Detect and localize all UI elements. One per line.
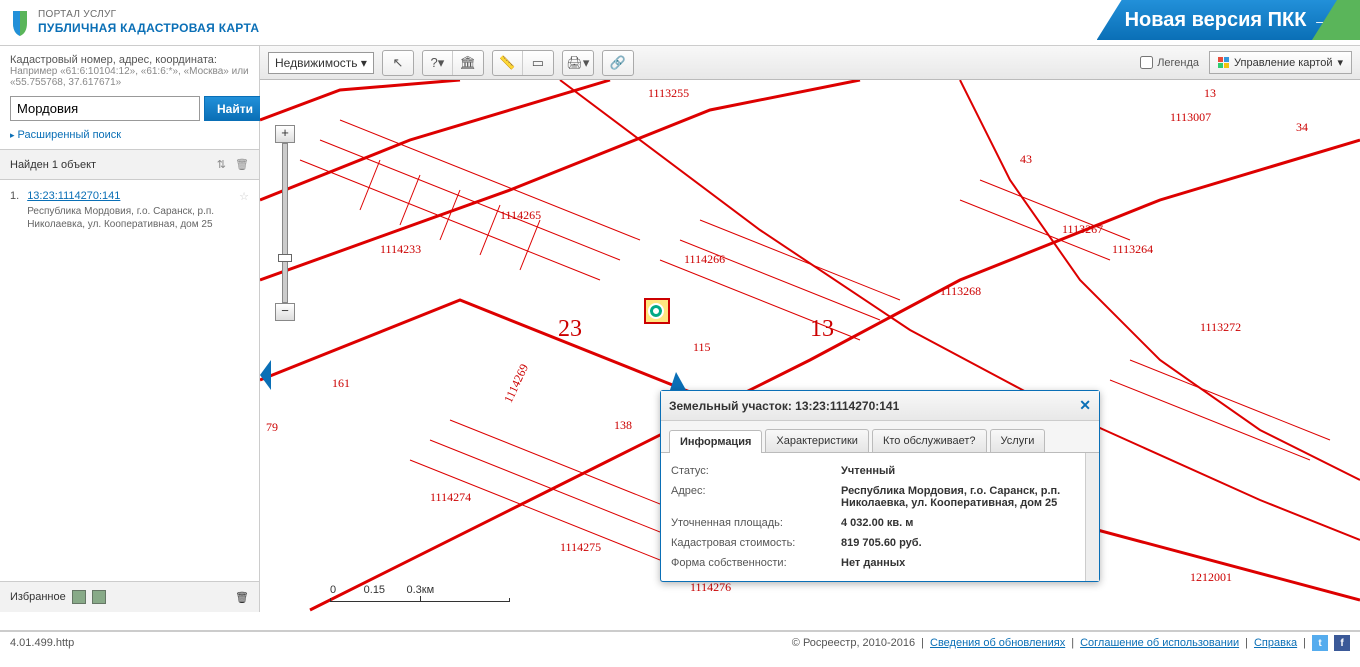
- portal-title: ПОРТАЛ УСЛУГ: [38, 9, 259, 21]
- rosreestr-logo-icon: [10, 9, 30, 37]
- favorites-bar: Избранное 🗑: [0, 581, 259, 612]
- search-hint: Кадастровый номер, адрес, координата: На…: [0, 46, 259, 92]
- identify-tool-icon[interactable]: ?▾: [423, 51, 453, 75]
- header-titles: ПОРТАЛ УСЛУГ ПУБЛИЧНАЯ КАДАСТРОВАЯ КАРТА: [38, 9, 259, 35]
- popup-tab[interactable]: Услуги: [990, 429, 1046, 452]
- clear-results-icon[interactable]: 🗑: [235, 159, 249, 171]
- sidebar: Кадастровый номер, адрес, координата: На…: [0, 46, 260, 612]
- result-address: Республика Мордовия, г.о. Саранск, р.п. …: [27, 205, 231, 231]
- export-xls-icon[interactable]: [72, 590, 86, 604]
- parcel-popup: Земельный участок: 13:23:1114270:141 ✕ И…: [660, 390, 1100, 582]
- parcel-marker-icon[interactable]: [650, 305, 662, 317]
- map-area[interactable]: Недвижимость ▾ ↖ ?▾ 🏛 📏 ▭ 🖨▾ 🔗 Легенда У…: [260, 46, 1360, 612]
- search-input[interactable]: [10, 96, 200, 121]
- zoom-control: + −: [274, 125, 296, 321]
- measure-line-icon[interactable]: 📏: [493, 51, 523, 75]
- layers-grid-icon: [1218, 57, 1229, 68]
- favorite-star-icon[interactable]: ☆: [239, 190, 249, 231]
- scrollbar[interactable]: [1085, 453, 1099, 581]
- link-icon[interactable]: 🔗: [603, 51, 633, 75]
- print-icon[interactable]: 🖨▾: [563, 51, 593, 75]
- info-row: Адрес:Республика Мордовия, г.о. Саранск,…: [671, 481, 1081, 513]
- search-result-item[interactable]: 1. 13:23:1114270:141 Республика Мордовия…: [0, 180, 259, 241]
- pointer-tool-icon[interactable]: ↖: [383, 51, 413, 75]
- zoom-out-button[interactable]: −: [275, 303, 295, 321]
- popup-tab[interactable]: Характеристики: [765, 429, 869, 452]
- sort-icon[interactable]: ⇅: [217, 159, 226, 171]
- popup-tab[interactable]: Информация: [669, 430, 762, 453]
- legend-checkbox[interactable]: Легенда: [1140, 56, 1199, 69]
- popup-tail: [670, 372, 686, 390]
- info-row: Статус:Учтенный: [671, 461, 1081, 481]
- popup-tab[interactable]: Кто обслуживает?: [872, 429, 987, 452]
- scale-bar: 0 0.15 0.3км: [330, 584, 510, 602]
- footer-link[interactable]: Соглашение об использовании: [1080, 637, 1239, 649]
- object-type-select[interactable]: Недвижимость ▾: [268, 52, 374, 74]
- info-row: Кадастровая стоимость:819 705.60 руб.: [671, 533, 1081, 553]
- measure-area-icon[interactable]: ▭: [523, 51, 553, 75]
- app-header: ПОРТАЛ УСЛУГ ПУБЛИЧНАЯ КАДАСТРОВАЯ КАРТА…: [0, 0, 1360, 46]
- delete-favorites-icon[interactable]: 🗑: [235, 592, 249, 604]
- twitter-icon[interactable]: t: [1312, 635, 1328, 651]
- map-toolbar: Недвижимость ▾ ↖ ?▾ 🏛 📏 ▭ 🖨▾ 🔗 Легенда У…: [260, 46, 1360, 80]
- map-canvas[interactable]: 1113255111426511142331114266111326711132…: [260, 80, 1360, 612]
- app-title: ПУБЛИЧНАЯ КАДАСТРОВАЯ КАРТА: [38, 21, 259, 35]
- zoom-slider[interactable]: [282, 143, 288, 303]
- results-header: Найден 1 объект ⇅ 🗑: [0, 149, 259, 180]
- popup-title: Земельный участок: 13:23:1114270:141: [669, 399, 899, 413]
- manage-map-button[interactable]: Управление картой▾: [1209, 51, 1352, 74]
- advanced-search-link[interactable]: Расширенный поиск: [0, 125, 259, 149]
- popup-close-icon[interactable]: ✕: [1079, 397, 1091, 414]
- footer-link[interactable]: Сведения об обновлениях: [930, 637, 1065, 649]
- new-version-button[interactable]: Новая версия ПКК →: [1097, 0, 1360, 40]
- info-row: Форма собственности:Нет данных: [671, 553, 1081, 573]
- result-link[interactable]: 13:23:1114270:141: [27, 190, 231, 202]
- zoom-in-button[interactable]: +: [275, 125, 295, 143]
- info-row: Уточненная площадь:4 032.00 кв. м: [671, 513, 1081, 533]
- footer-link[interactable]: Справка: [1254, 637, 1297, 649]
- info-tool-icon[interactable]: 🏛: [453, 51, 483, 75]
- search-button[interactable]: Найти: [204, 96, 266, 121]
- footer: 4.01.499.http © Росреестр, 2010-2016 | С…: [0, 630, 1360, 654]
- version-label: 4.01.499.http: [10, 637, 74, 649]
- export-csv-icon[interactable]: [92, 590, 106, 604]
- facebook-icon[interactable]: f: [1334, 635, 1350, 651]
